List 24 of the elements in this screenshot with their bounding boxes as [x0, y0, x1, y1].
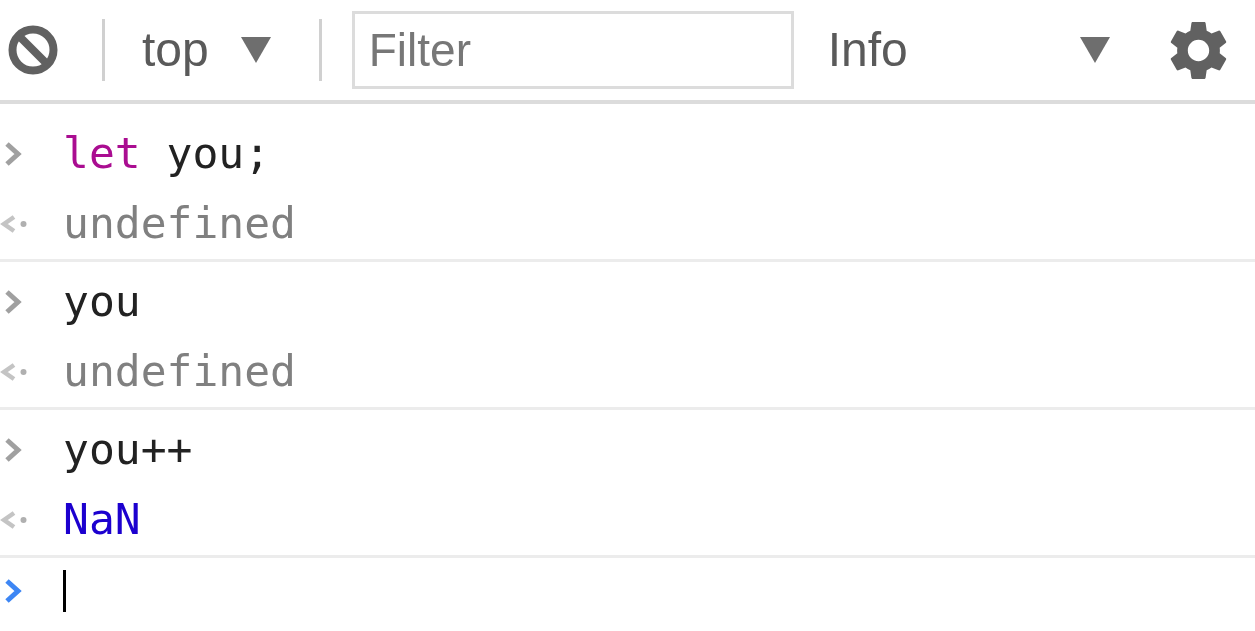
prompt-chevron-icon	[4, 578, 22, 604]
code-line: you++	[63, 424, 193, 476]
log-level-dropdown[interactable]: Info	[815, 15, 1122, 85]
chevron-left-dot-icon	[0, 215, 27, 233]
caret-down-icon	[240, 37, 271, 63]
result-value: undefined	[63, 346, 296, 398]
context-label: top	[142, 26, 209, 74]
settings-button[interactable]	[1169, 21, 1227, 79]
chevron-left-dot-icon	[0, 511, 27, 529]
result-value: NaN	[63, 494, 141, 546]
chevron-left-dot-icon	[0, 363, 27, 381]
chevron-right-icon	[4, 289, 22, 315]
code-line: you	[63, 276, 141, 328]
caret-down-icon	[1079, 37, 1110, 63]
result-value: undefined	[63, 198, 296, 250]
filter-field[interactable]: Filter	[351, 11, 794, 89]
context-dropdown[interactable]: top	[130, 15, 283, 85]
block-icon	[8, 25, 58, 75]
code-line: let you;	[63, 128, 271, 180]
chevron-right-icon	[4, 437, 22, 463]
clear-console-button[interactable]	[8, 25, 58, 75]
chevron-right-icon	[4, 141, 22, 167]
settings-icon	[1169, 21, 1227, 79]
log-level-label: Info	[827, 26, 908, 74]
